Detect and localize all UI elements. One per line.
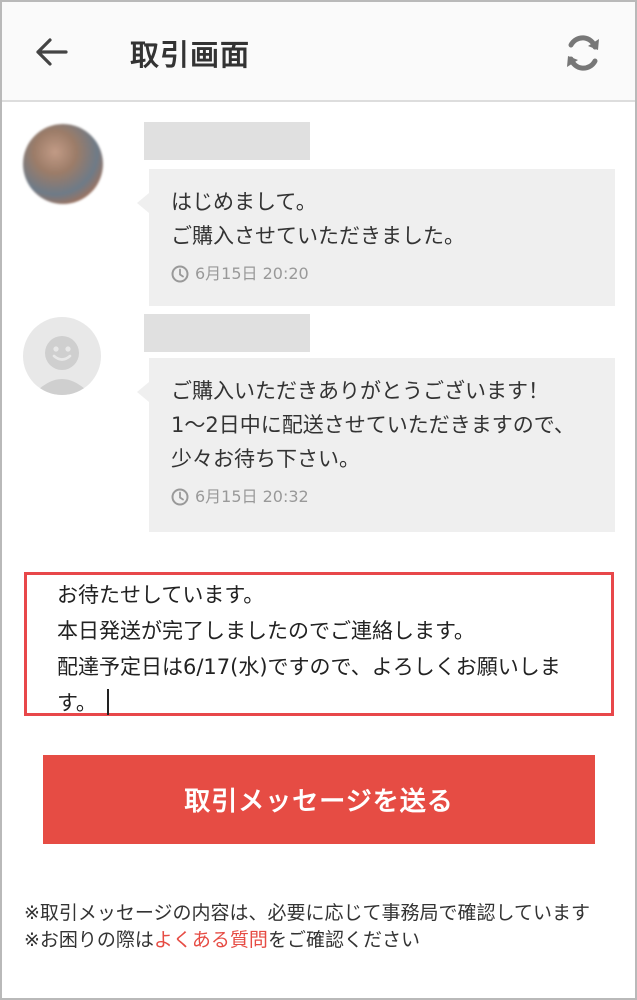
message-bubble: はじめまして。 ご購入させていただきました。 6月15日 20:20 (137, 169, 615, 306)
avatar-buyer (23, 124, 103, 204)
send-message-button[interactable]: 取引メッセージを送る (43, 755, 595, 844)
page-title: 取引画面 (130, 38, 251, 72)
message-timestamp: 6月15日 20:32 (149, 480, 615, 514)
note-help-suffix: をご確認ください (267, 929, 420, 951)
text-caret (106, 689, 109, 715)
username-redacted (144, 314, 310, 352)
message-text: はじめまして。 ご購入させていただきました。 (171, 190, 465, 248)
refresh-button[interactable] (558, 28, 608, 78)
note-review: ※取引メッセージの内容は、必要に応じて事務局で確認しています (24, 902, 590, 924)
note-help: ※お困りの際はよくある質問をご確認ください (24, 927, 614, 954)
avatar-seller (23, 317, 101, 395)
back-button[interactable] (30, 30, 74, 74)
timestamp-text: 6月15日 20:20 (195, 264, 309, 283)
username-redacted (144, 122, 310, 160)
arrow-left-icon (36, 38, 68, 66)
default-user-icon (33, 336, 91, 395)
note-help-prefix: ※お困りの際は (24, 929, 154, 951)
app-header: 取引画面 (2, 2, 635, 102)
clock-icon (171, 488, 189, 506)
message-bubble: ご購入いただきありがとうございます！ 1〜2日中に配送させていただきますので、少… (137, 358, 615, 532)
message-input[interactable]: お待たせしています。 本日発送が完了しましたのでご連絡します。 配達予定日は6/… (24, 572, 614, 716)
trade-screen: 取引画面 はじめまして。 ご購入させていただきました。 6月15日 20:20 (0, 0, 637, 1000)
message-input-value: お待たせしています。 本日発送が完了しましたのでご連絡します。 配達予定日は6/… (57, 583, 561, 715)
message-text: ご購入いただきありがとうございます！ 1〜2日中に配送させていただきますので、少… (171, 379, 575, 471)
clock-icon (171, 265, 189, 283)
faq-link[interactable]: よくある質問 (154, 929, 268, 951)
timestamp-text: 6月15日 20:32 (195, 487, 309, 506)
message-timestamp: 6月15日 20:20 (149, 257, 615, 291)
refresh-icon (567, 35, 599, 71)
notes: ※取引メッセージの内容は、必要に応じて事務局で確認しています ※お困りの際はよく… (24, 900, 614, 954)
